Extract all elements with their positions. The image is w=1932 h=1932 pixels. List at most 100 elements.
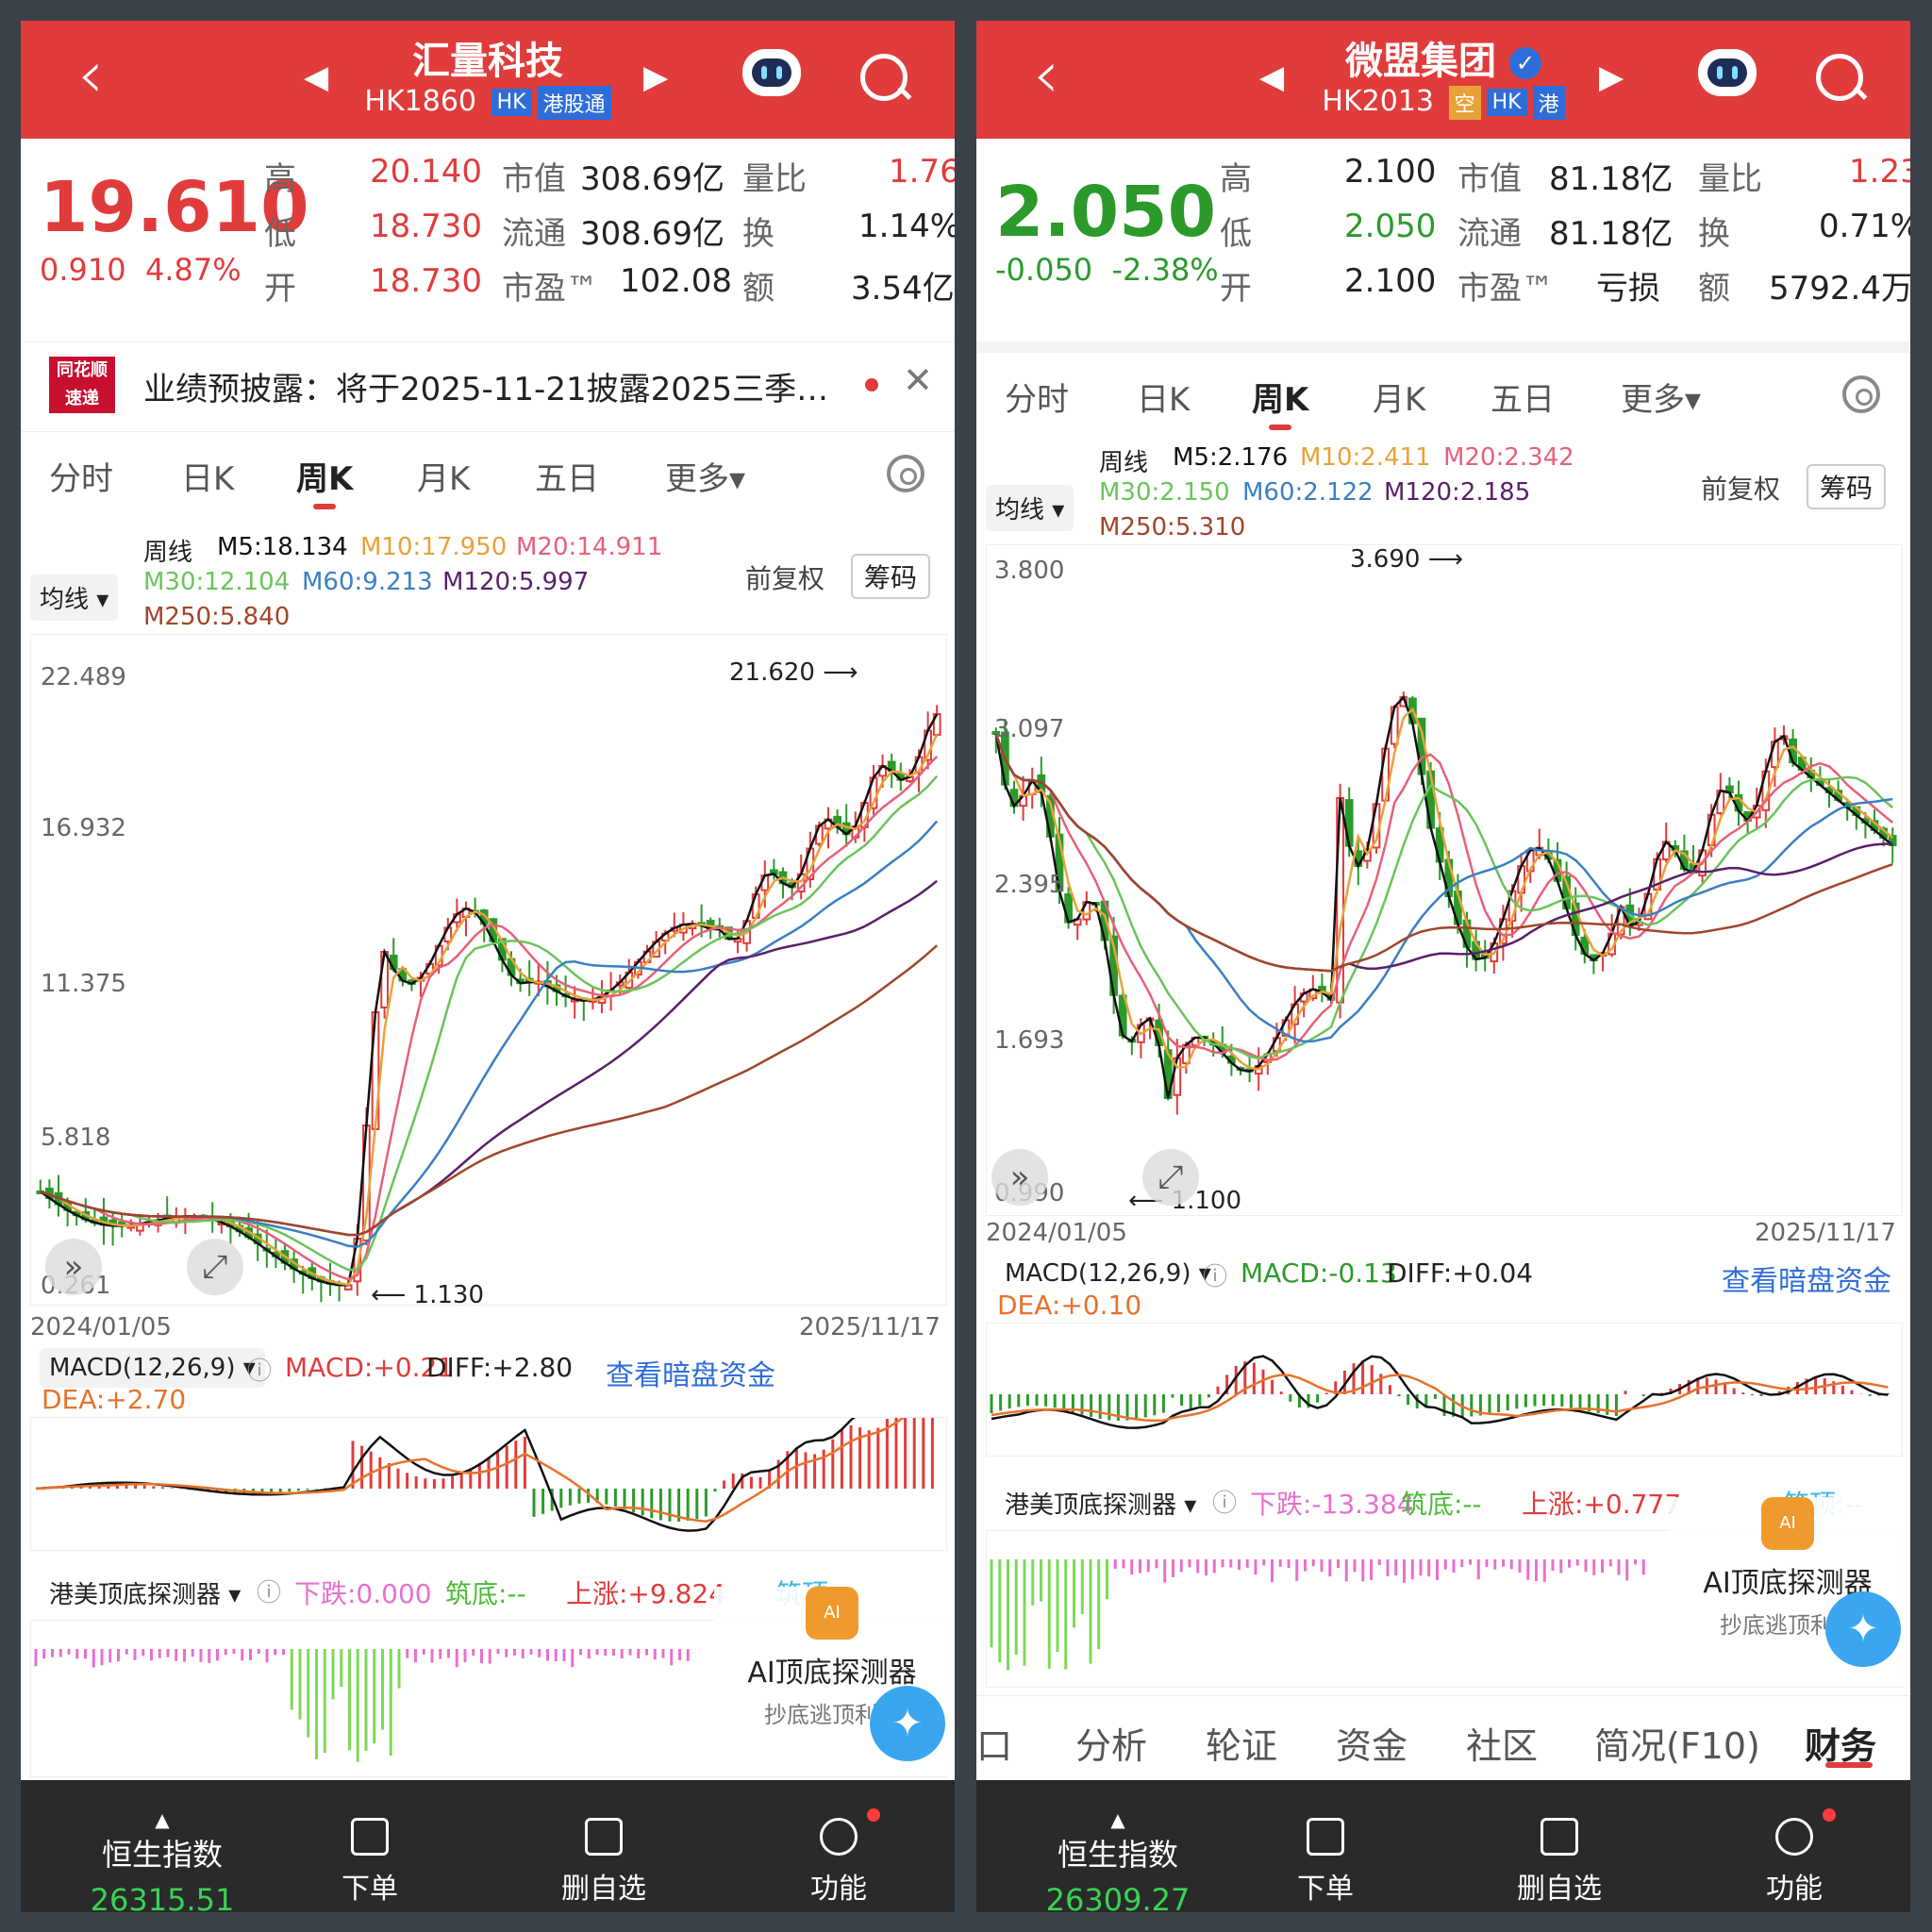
detector-down: 下跌:-13.384 — [1250, 1489, 1414, 1520]
date-end: 2025/11/17 — [1755, 1219, 1896, 1247]
remove-watchlist-button[interactable]: 删自选 — [538, 1818, 670, 1907]
remove-icon — [1541, 1818, 1578, 1856]
order-button[interactable]: 下单 — [1259, 1818, 1391, 1907]
macd-chart[interactable] — [986, 1323, 1903, 1457]
tab-analysis[interactable]: 分析 — [1075, 1717, 1147, 1769]
tab-warrants[interactable]: 轮证 — [1206, 1717, 1277, 1769]
adjust-label[interactable]: 前复权 — [745, 558, 824, 596]
tab-weekly-k[interactable]: 周K — [1252, 374, 1308, 430]
date-start: 2024/01/05 — [986, 1219, 1127, 1247]
float-value: 81.18亿 — [1549, 215, 1674, 253]
tab-daily-k[interactable]: 日K — [1137, 374, 1190, 420]
float-label: 流通 — [502, 215, 566, 253]
settings-icon[interactable] — [1842, 375, 1880, 413]
ths-logo: 同花顺 速递 — [49, 357, 115, 413]
next-stock-icon[interactable]: ▶ — [1599, 58, 1624, 96]
macd-svg — [990, 1355, 1890, 1429]
high-value: 20.140 — [370, 153, 482, 191]
tab-monthly-k[interactable]: 月K — [417, 453, 470, 499]
quote-panel: 2.050 -0.050 -2.38% 高 2.100 低 2.050 开 2.… — [976, 139, 1910, 308]
function-button[interactable]: 功能 — [773, 1818, 905, 1907]
ma120-value: M120:5.997 — [442, 568, 590, 596]
macd-dropdown[interactable]: MACD(12,26,9) ▾ — [995, 1254, 1221, 1293]
amount-value: 3.54亿 — [851, 270, 955, 308]
tab-partial[interactable]: 口 — [976, 1717, 1012, 1769]
lightbulb-icon[interactable]: ✦ — [1825, 1591, 1901, 1667]
ma-dropdown[interactable]: 均线 ▾ — [986, 485, 1074, 531]
help-icon[interactable]: ⓘ — [247, 1352, 272, 1387]
tab-funds[interactable]: 资金 — [1336, 1717, 1407, 1769]
settings-icon[interactable] — [887, 455, 924, 492]
y-tick: 3.097 — [994, 715, 1065, 743]
next-stock-icon[interactable]: ▶ — [643, 58, 668, 96]
tab-finance[interactable]: 财务 — [1805, 1717, 1876, 1769]
ma-dropdown[interactable]: 均线 ▾ — [30, 575, 119, 621]
expand-left-icon[interactable]: » — [991, 1149, 1048, 1206]
tab-daily-k[interactable]: 日K — [181, 453, 234, 499]
search-icon[interactable] — [860, 54, 908, 101]
turnover-label: 换 — [1698, 215, 1730, 253]
tab-more[interactable]: 更多▾ — [665, 453, 745, 499]
low-label: 低 — [264, 215, 296, 253]
last-price: 2.050 — [995, 172, 1217, 253]
tab-intraday[interactable]: 分时 — [49, 453, 113, 499]
open-value: 18.730 — [370, 262, 482, 300]
bottom-bar: ▲ 恒生指数 26309.27 下单 删自选 功能 — [976, 1780, 1910, 1912]
vr-value: 1.23 — [1849, 153, 1910, 191]
m60-line — [994, 733, 1893, 1043]
header: ‹ ◀ 微盟集团 ✓ HK2013 空 HK 港 ▶ — [976, 21, 1910, 139]
vr-label: 量比 — [1698, 160, 1762, 198]
tab-f10[interactable]: 简况(F10) — [1594, 1717, 1760, 1769]
tab-intraday[interactable]: 分时 — [1005, 374, 1069, 420]
hsi-index[interactable]: ▲ 恒生指数 26315.51 — [58, 1808, 266, 1912]
stock-code: HK2013 — [1322, 85, 1435, 118]
hsi-index[interactable]: ▲ 恒生指数 26309.27 — [1014, 1808, 1222, 1912]
kline-chart[interactable]: 3.800 3.097 2.395 1.693 0.990 3.690 ⟶ ⟵ … — [986, 544, 1903, 1216]
notice-text: 业绩预披露：将于2025-11-21披露2025三季… — [143, 371, 829, 408]
m30-line — [994, 733, 1894, 1060]
help-icon[interactable]: ⓘ — [1203, 1257, 1227, 1292]
dark-pool-link[interactable]: 查看暗盘资金 — [606, 1352, 775, 1393]
earnings-notice[interactable]: 同花顺 速递 业绩预披露：将于2025-11-21披露2025三季… ✕ — [21, 341, 955, 427]
tab-five-day[interactable]: 五日 — [535, 453, 599, 499]
detector-dropdown[interactable]: 港美顶底探测器 ▾ — [40, 1570, 251, 1616]
ma60-value: M60:9.213 — [302, 568, 433, 596]
fullscreen-icon[interactable]: ⤢ — [1142, 1149, 1199, 1206]
order-button[interactable]: 下单 — [304, 1818, 436, 1907]
detector-dropdown[interactable]: 港美顶底探测器 ▾ — [995, 1480, 1207, 1526]
dark-pool-link[interactable]: 查看暗盘资金 — [1722, 1257, 1891, 1299]
m20-line — [40, 756, 939, 1281]
ai-chart-icon: AI — [1761, 1497, 1814, 1550]
lightbulb-icon[interactable]: ✦ — [870, 1686, 945, 1761]
remove-watchlist-button[interactable]: 删自选 — [1493, 1818, 1625, 1907]
macd-chart[interactable] — [30, 1377, 947, 1551]
tab-five-day[interactable]: 五日 — [1491, 374, 1555, 420]
high-label: 高 — [1220, 160, 1252, 198]
macd-value: MACD:-0.13 — [1241, 1257, 1397, 1289]
robot-assistant-icon[interactable] — [1698, 49, 1757, 96]
help-icon[interactable]: ⓘ — [1212, 1484, 1237, 1519]
function-button[interactable]: 功能 — [1728, 1818, 1860, 1907]
macd-dropdown[interactable]: MACD(12,26,9) ▾ — [40, 1348, 265, 1388]
help-icon[interactable]: ⓘ — [257, 1574, 281, 1608]
ai-chart-icon: AI — [806, 1587, 858, 1640]
tab-weekly-k[interactable]: 周K — [296, 453, 353, 509]
expand-left-icon[interactable]: » — [45, 1239, 102, 1295]
mcap-value: 308.69亿 — [580, 160, 724, 198]
search-icon[interactable] — [1816, 54, 1863, 101]
low-value: 2.050 — [1344, 208, 1437, 245]
tab-more[interactable]: 更多▾ — [1621, 374, 1701, 420]
fullscreen-icon[interactable]: ⤢ — [187, 1239, 243, 1295]
chip-button[interactable]: 筹码 — [1807, 464, 1887, 509]
tab-community[interactable]: 社区 — [1466, 1717, 1538, 1769]
kline-chart[interactable]: 22.489 16.932 11.375 5.818 0.261 21.620 … — [30, 634, 947, 1309]
adjust-label[interactable]: 前复权 — [1701, 469, 1780, 507]
robot-assistant-icon[interactable] — [742, 49, 801, 96]
chip-button[interactable]: 筹码 — [851, 554, 931, 599]
low-value: 18.730 — [370, 208, 482, 245]
close-icon[interactable]: ✕ — [903, 359, 933, 401]
remove-icon — [585, 1818, 623, 1856]
index-name: 恒生指数 — [101, 1837, 223, 1873]
tab-monthly-k[interactable]: 月K — [1373, 374, 1425, 420]
detector-up: 上涨:+9.824 — [566, 1578, 726, 1609]
